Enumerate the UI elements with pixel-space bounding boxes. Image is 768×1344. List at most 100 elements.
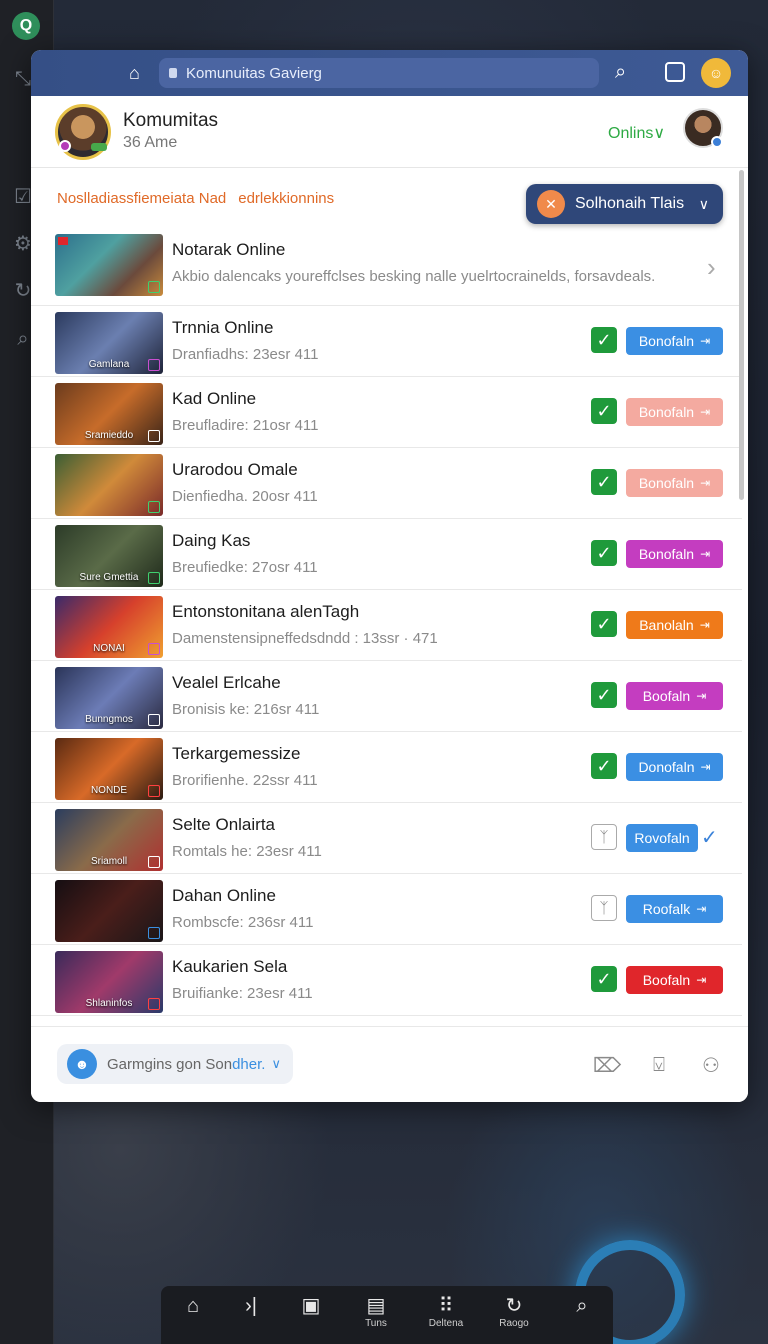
bookmark-icon[interactable]: ⍌: [647, 1053, 671, 1077]
checkbox-checked[interactable]: ✓: [591, 753, 617, 779]
button-label: Rovofaln: [634, 830, 690, 846]
button-label: Boofaln: [642, 972, 691, 988]
list-item[interactable]: Sramieddo Kad Online Breufladire: 21osr 41…: [31, 377, 742, 448]
arrow-icon: ⇥: [700, 405, 711, 419]
community-name: Komumitas: [123, 110, 219, 131]
badge-icon: [59, 140, 71, 152]
join-button[interactable]: Banolaln ⇥: [626, 611, 723, 639]
join-button[interactable]: Bonofaln ⇥: [626, 469, 723, 497]
thumbnail-caption: Gamlana: [88, 359, 130, 370]
item-title: Kaukarien Sela: [172, 957, 288, 976]
community-selector[interactable]: ☻ Garmgins gon Son dher. ∨: [57, 1044, 293, 1084]
user-icon[interactable]: ⚇: [699, 1053, 723, 1077]
arrow-icon: ⇥: [696, 902, 707, 916]
flag-icon: [58, 237, 68, 245]
dock-raogo[interactable]: ↻ Raogo: [489, 1294, 539, 1329]
thumbnail-caption: Sriamoll: [90, 856, 128, 867]
chevron-right-icon[interactable]: ›: [707, 252, 716, 283]
address-bar[interactable]: Komunuitas Gavierg: [159, 58, 599, 88]
window-icon: ▣: [301, 1295, 321, 1317]
expand-icon: [148, 714, 160, 726]
list-item[interactable]: Gamlana Trnnia Online Dranfiadhs: 23esr 41…: [31, 306, 742, 377]
game-thumbnail: [55, 880, 163, 942]
address-text: Komunuitas Gavierg: [186, 64, 322, 82]
app-logo-icon[interactable]: Q: [12, 12, 40, 40]
composer-text: Garmgins gon Son: [107, 1055, 233, 1073]
game-thumbnail: Gamlana: [55, 312, 163, 374]
dock-next[interactable]: ›|: [226, 1294, 276, 1318]
item-meta: Dienfiedha. 20osr 411: [172, 488, 318, 505]
user-avatar[interactable]: ☺: [701, 58, 731, 88]
expand-icon: [148, 281, 160, 293]
item-meta: Bronisis ke: 216sr 411: [172, 701, 320, 718]
game-thumbnail: [55, 454, 163, 516]
community-window: ⌂ Komunuitas Gavierg ⌕ ☺ Komumitas 36 Am…: [31, 50, 748, 1102]
join-button[interactable]: Boofaln ⇥: [626, 966, 723, 994]
checkbox-unchecked[interactable]: ᛉ: [591, 824, 617, 850]
item-title: Urarodou Omale: [172, 460, 298, 479]
chat-icon: ☻: [67, 1049, 97, 1079]
join-button[interactable]: Bonofaln ⇥: [626, 327, 723, 355]
join-button[interactable]: Rovofaln: [626, 824, 698, 852]
game-thumbnail: [55, 234, 163, 296]
arrow-icon: ⇥: [696, 689, 707, 703]
item-title: Vealel Erlcahe: [172, 673, 281, 692]
profile-header: Komumitas 36 Ame Onlins∨: [31, 96, 748, 168]
checkbox-checked[interactable]: ✓: [591, 611, 617, 637]
list-header-right[interactable]: edrlekkionnins: [238, 190, 334, 207]
dock-tuns[interactable]: ▤ Tuns: [351, 1294, 401, 1329]
item-title: Notarak Online: [172, 240, 286, 259]
join-button[interactable]: Bonofaln ⇥: [626, 540, 723, 568]
list-item[interactable]: Sure Gmettia Daing Kas Breufiedke: 27osr 4…: [31, 519, 742, 590]
game-thumbnail: Sramieddo: [55, 383, 163, 445]
status-dropdown[interactable]: Onlins∨: [608, 123, 665, 143]
checkbox-checked[interactable]: ✓: [591, 469, 617, 495]
checkbox-unchecked[interactable]: ᛉ: [591, 895, 617, 921]
document-icon: ▤: [366, 1295, 386, 1317]
dock-home[interactable]: ⌂: [168, 1294, 218, 1318]
search-icon[interactable]: ⌕: [615, 61, 639, 85]
list-item[interactable]: Urarodou Omale Dienfiedha. 20osr 411 ✓ Bono…: [31, 448, 742, 519]
arrow-icon: ⇥: [700, 547, 711, 561]
checkbox-checked[interactable]: ✓: [591, 327, 617, 353]
join-button[interactable]: Bonofaln ⇥: [626, 398, 723, 426]
checkbox-checked[interactable]: ✓: [591, 682, 617, 708]
dock-search[interactable]: ⌕: [557, 1294, 607, 1318]
member-avatar[interactable]: [683, 108, 723, 148]
list-item[interactable]: NONAI Entonstonitana alenTagh Damenstensip…: [31, 590, 742, 661]
home-icon[interactable]: ⌂: [129, 63, 140, 84]
list-item[interactable]: Dahan Online Rombscfe: 236sr 411 ᛉ Roofalk ⇥: [31, 874, 742, 945]
arrow-icon: ⇥: [700, 760, 711, 774]
item-meta: Dranfiadhs: 23esr 411: [172, 346, 319, 363]
tag-icon[interactable]: ⌦: [593, 1053, 621, 1077]
item-description: Akbio dalencaks youreffclses besking nal…: [172, 268, 656, 285]
tabs-icon[interactable]: [665, 62, 685, 82]
button-label: Bonofaln: [638, 546, 695, 562]
list-item[interactable]: Notarak Online Akbio dalencaks youreffcl…: [31, 228, 742, 306]
list-header: Noslladiassfiemeiata Nad edrlekkionnins: [57, 190, 334, 207]
join-button[interactable]: Roofalk ⇥: [626, 895, 723, 923]
item-title: Dahan Online: [172, 886, 276, 905]
list-item[interactable]: NONDE Terkargemessize Brorifienhe. 22ssr 4…: [31, 732, 742, 803]
join-button[interactable]: Boofaln ⇥: [626, 682, 723, 710]
dock-window[interactable]: ▣: [286, 1294, 336, 1318]
chevron-down-icon: ∨: [271, 1056, 281, 1071]
join-button[interactable]: Donofaln ⇥: [626, 753, 723, 781]
list-item[interactable]: Sriamoll Selte Onlairta Romtals he: 23esr …: [31, 803, 742, 874]
filter-dropdown[interactable]: ✕ Solhonaih Tlais ∨: [526, 184, 723, 224]
checkbox-checked[interactable]: ✓: [591, 966, 617, 992]
list-item[interactable]: Bunngmos Vealel Erlcahe Bronisis ke: 216sr…: [31, 661, 742, 732]
item-title: Entonstonitana alenTagh: [172, 602, 360, 621]
checkbox-checked[interactable]: ✓: [591, 540, 617, 566]
thumbnail-caption: Shlaninfos: [85, 998, 133, 1009]
list-item[interactable]: Shlaninfos Kaukarien Sela Bruifianke: 23es…: [31, 945, 742, 1016]
item-title: Daing Kas: [172, 531, 251, 550]
thumbnail-caption: Sramieddo: [84, 430, 134, 441]
skip-icon: ›|: [245, 1295, 257, 1317]
checkbox-checked[interactable]: ✓: [591, 398, 617, 424]
home-icon: ⌂: [186, 1295, 200, 1317]
button-label: Roofalk: [642, 901, 691, 917]
dock-deltena[interactable]: ⠿ Deltena: [421, 1294, 471, 1329]
button-label: Banolaln: [639, 617, 694, 633]
scrollbar[interactable]: [739, 170, 744, 500]
